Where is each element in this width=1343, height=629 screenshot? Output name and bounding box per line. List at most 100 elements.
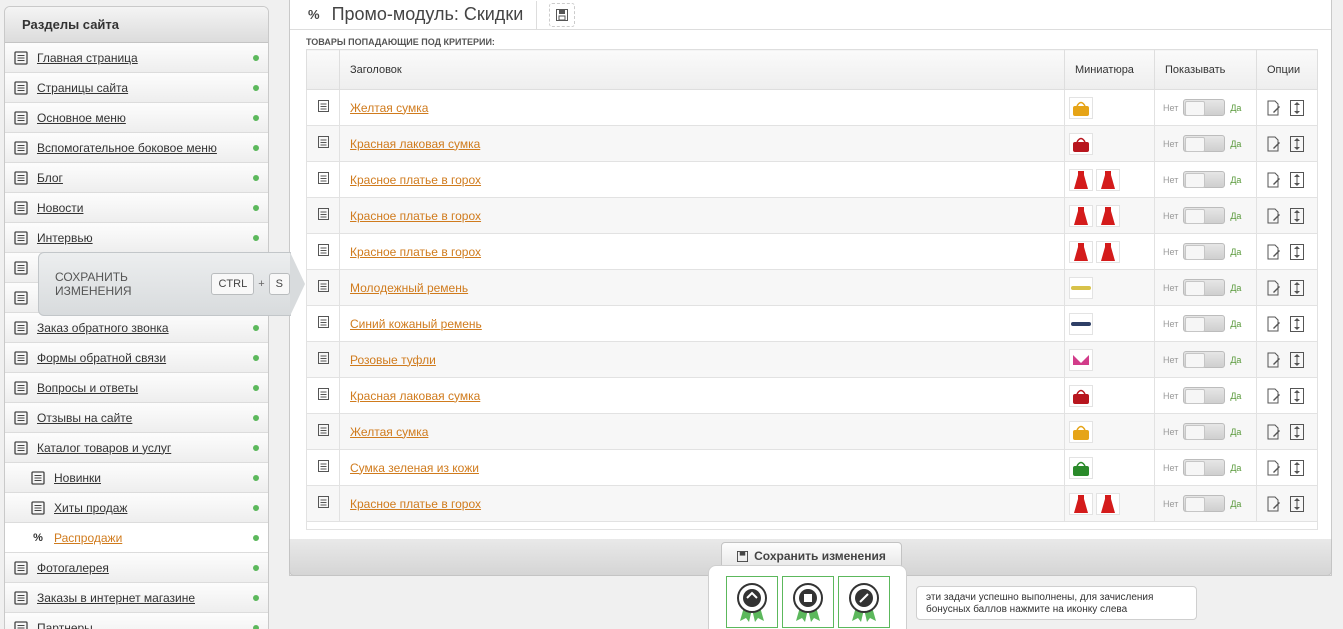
edit-icon[interactable] bbox=[1267, 496, 1281, 512]
green-bag-thumbnail[interactable] bbox=[1069, 456, 1093, 479]
show-toggle[interactable]: Нет Да bbox=[1163, 135, 1241, 152]
sidebar-item[interactable]: Интервью bbox=[5, 223, 268, 253]
show-toggle[interactable]: Нет Да bbox=[1163, 207, 1241, 224]
sidebar-item[interactable]: Заказ обратного звонка bbox=[5, 313, 268, 343]
toggle-track[interactable] bbox=[1183, 243, 1226, 260]
edit-icon[interactable] bbox=[1267, 208, 1281, 224]
product-title-link[interactable]: Красное платье в горох bbox=[350, 173, 481, 187]
show-toggle[interactable]: Нет Да bbox=[1163, 495, 1241, 512]
product-title-link[interactable]: Красное платье в горох bbox=[350, 497, 481, 511]
show-toggle[interactable]: Нет Да bbox=[1163, 243, 1241, 260]
toggle-track[interactable] bbox=[1183, 351, 1226, 368]
product-title-link[interactable]: Красная лаковая сумка bbox=[350, 137, 480, 151]
toggle-track[interactable] bbox=[1183, 423, 1226, 440]
edit-icon[interactable] bbox=[1267, 172, 1281, 188]
product-title-link[interactable]: Красная лаковая сумка bbox=[350, 389, 480, 403]
product-title-link[interactable]: Розовые туфли bbox=[350, 353, 436, 367]
sidebar-item[interactable]: Новинки bbox=[5, 463, 268, 493]
edit-icon[interactable] bbox=[1267, 424, 1281, 440]
sidebar-item[interactable]: Страницы сайта bbox=[5, 73, 268, 103]
sidebar-item[interactable]: Фотогалерея bbox=[5, 553, 268, 583]
sort-icon[interactable] bbox=[1290, 351, 1304, 368]
red-dress-thumbnail[interactable] bbox=[1096, 168, 1120, 191]
show-toggle[interactable]: Нет Да bbox=[1163, 99, 1241, 116]
pink-shoes-thumbnail[interactable] bbox=[1069, 348, 1093, 371]
sidebar-item[interactable]: % Распродажи bbox=[5, 523, 268, 553]
red-dress-thumbnail[interactable] bbox=[1096, 204, 1120, 227]
red-dress-thumbnail[interactable] bbox=[1069, 168, 1093, 191]
sidebar-item[interactable]: Хиты продаж bbox=[5, 493, 268, 523]
sidebar-item[interactable]: Партнеры bbox=[5, 613, 268, 629]
sidebar-item[interactable]: Вспомогательное боковое меню bbox=[5, 133, 268, 163]
yellow-bag-thumbnail[interactable] bbox=[1069, 96, 1093, 119]
sidebar-item[interactable]: Главная страница bbox=[5, 43, 268, 73]
sidebar-item[interactable]: Вопросы и ответы bbox=[5, 373, 268, 403]
col-title[interactable]: Заголовок bbox=[339, 49, 1065, 90]
red-bag-thumbnail[interactable] bbox=[1069, 132, 1093, 155]
edit-icon[interactable] bbox=[1267, 280, 1281, 296]
product-title-link[interactable]: Сумка зеленая из кожи bbox=[350, 461, 479, 475]
red-dress-thumbnail[interactable] bbox=[1069, 240, 1093, 263]
product-title-link[interactable]: Желтая сумка bbox=[350, 425, 428, 439]
product-title-link[interactable]: Красное платье в горох bbox=[350, 245, 481, 259]
sort-icon[interactable] bbox=[1290, 315, 1304, 332]
sidebar-item[interactable]: Каталог товаров и услуг bbox=[5, 433, 268, 463]
toggle-track[interactable] bbox=[1183, 99, 1226, 116]
edit-icon[interactable] bbox=[1267, 136, 1281, 152]
red-dress-thumbnail[interactable] bbox=[1069, 204, 1093, 227]
sidebar-item[interactable]: Заказы в интернет магазине bbox=[5, 583, 268, 613]
sidebar-item[interactable]: Блог bbox=[5, 163, 268, 193]
sort-icon[interactable] bbox=[1290, 243, 1304, 260]
sort-icon[interactable] bbox=[1290, 171, 1304, 188]
sort-icon[interactable] bbox=[1290, 459, 1304, 476]
product-title-link[interactable]: Желтая сумка bbox=[350, 101, 428, 115]
sort-icon[interactable] bbox=[1290, 387, 1304, 404]
show-toggle[interactable]: Нет Да bbox=[1163, 459, 1241, 476]
red-dress-thumbnail[interactable] bbox=[1096, 240, 1120, 263]
sort-icon[interactable] bbox=[1290, 135, 1304, 152]
show-toggle[interactable]: Нет Да bbox=[1163, 171, 1241, 188]
save-icon[interactable] bbox=[549, 2, 576, 27]
blue-belt-thumbnail[interactable] bbox=[1069, 312, 1093, 335]
sidebar-item[interactable]: Новости bbox=[5, 193, 268, 223]
yellow-bag-thumbnail[interactable] bbox=[1069, 420, 1093, 443]
edit-icon[interactable] bbox=[1267, 244, 1281, 260]
show-cell: Нет Да bbox=[1154, 341, 1257, 378]
toggle-track[interactable] bbox=[1183, 459, 1226, 476]
toggle-track[interactable] bbox=[1183, 495, 1226, 512]
sidebar-item[interactable]: Основное меню bbox=[5, 103, 268, 133]
product-title-link[interactable]: Красное платье в горох bbox=[350, 209, 481, 223]
red-dress-thumbnail[interactable] bbox=[1069, 492, 1093, 515]
sort-icon[interactable] bbox=[1290, 279, 1304, 296]
toggle-track[interactable] bbox=[1183, 171, 1226, 188]
sidebar-item[interactable]: Отзывы на сайте bbox=[5, 403, 268, 433]
yellow-belt-thumbnail[interactable] bbox=[1069, 276, 1093, 299]
edit-icon[interactable] bbox=[1267, 352, 1281, 368]
toggle-track[interactable] bbox=[1183, 207, 1226, 224]
achievement-badge-3[interactable] bbox=[837, 576, 890, 628]
achievement-badge-1[interactable] bbox=[725, 576, 778, 628]
toggle-track[interactable] bbox=[1183, 315, 1226, 332]
show-toggle[interactable]: Нет Да bbox=[1163, 279, 1241, 296]
product-title-link[interactable]: Синий кожаный ремень bbox=[350, 317, 482, 331]
edit-icon[interactable] bbox=[1267, 316, 1281, 332]
show-toggle[interactable]: Нет Да bbox=[1163, 387, 1241, 404]
toggle-track[interactable] bbox=[1183, 279, 1226, 296]
red-bag-thumbnail[interactable] bbox=[1069, 384, 1093, 407]
product-title-link[interactable]: Молодежный ремень bbox=[350, 281, 468, 295]
toggle-track[interactable] bbox=[1183, 387, 1226, 404]
show-toggle[interactable]: Нет Да bbox=[1163, 423, 1241, 440]
toggle-track[interactable] bbox=[1183, 135, 1226, 152]
sidebar-item[interactable]: Формы обратной связи bbox=[5, 343, 268, 373]
sort-icon[interactable] bbox=[1290, 207, 1304, 224]
edit-icon[interactable] bbox=[1267, 388, 1281, 404]
show-toggle[interactable]: Нет Да bbox=[1163, 351, 1241, 368]
red-dress-thumbnail[interactable] bbox=[1096, 492, 1120, 515]
edit-icon[interactable] bbox=[1267, 460, 1281, 476]
edit-icon[interactable] bbox=[1267, 100, 1281, 116]
achievement-badge-2[interactable] bbox=[781, 576, 834, 628]
sort-icon[interactable] bbox=[1290, 99, 1304, 116]
sort-icon[interactable] bbox=[1290, 495, 1304, 512]
sort-icon[interactable] bbox=[1290, 423, 1304, 440]
show-toggle[interactable]: Нет Да bbox=[1163, 315, 1241, 332]
